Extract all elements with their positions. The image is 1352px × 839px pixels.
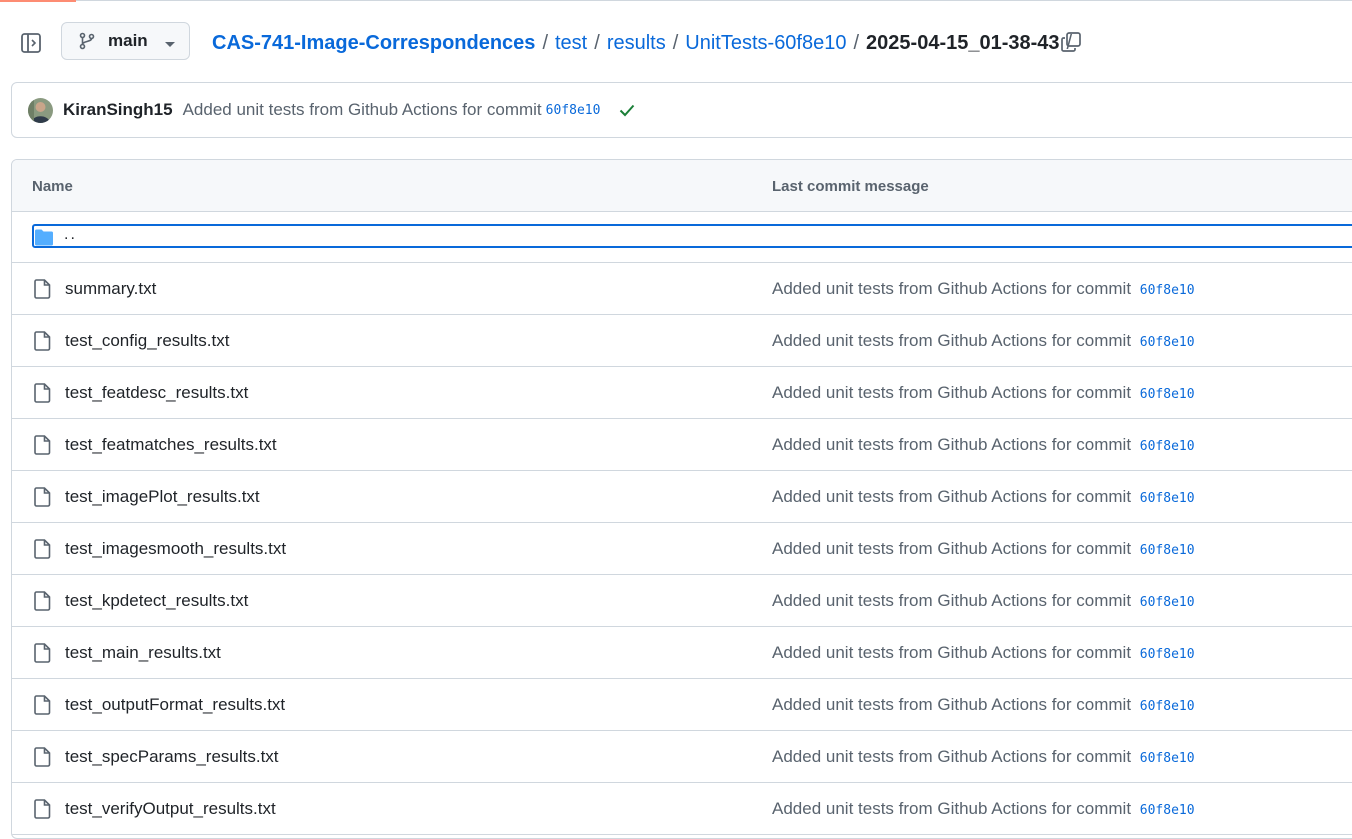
table-row[interactable]: test_specParams_results.txt Added unit te… <box>12 731 1352 783</box>
commit-message-text[interactable]: Added unit tests from Github Actions for… <box>772 695 1131 714</box>
file-name-link[interactable]: test_kpdetect_results.txt <box>65 591 248 611</box>
commit-sha-link[interactable]: 60f8e10 <box>1140 335 1195 350</box>
breadcrumb: CAS-741-Image-Correspondences / test / r… <box>212 30 1079 56</box>
commit-author-link[interactable]: KiranSingh15 <box>63 100 173 120</box>
file-name-link[interactable]: test_verifyOutput_results.txt <box>65 799 276 819</box>
commit-sha-link[interactable]: 60f8e10 <box>1140 543 1195 558</box>
branch-selector-button[interactable]: main <box>61 22 190 60</box>
file-name-link[interactable]: test_main_results.txt <box>65 643 221 663</box>
commit-message-text[interactable]: Added unit tests from Github Actions for… <box>772 799 1131 818</box>
file-name-link[interactable]: test_featdesc_results.txt <box>65 383 248 403</box>
commit-message[interactable]: Added unit tests from Github Actions for… <box>183 100 542 120</box>
file-icon <box>34 695 51 715</box>
file-commit-message[interactable]: Added unit tests from Github Actions for… <box>772 591 1195 611</box>
branch-label: main <box>108 31 148 50</box>
file-commit-message[interactable]: Added unit tests from Github Actions for… <box>772 643 1195 663</box>
file-icon <box>34 279 51 299</box>
file-icon <box>34 591 51 611</box>
breadcrumb-repo-link[interactable]: CAS-741-Image-Correspondences <box>212 32 535 55</box>
file-icon <box>34 747 51 767</box>
file-commit-message[interactable]: Added unit tests from Github Actions for… <box>772 435 1195 455</box>
file-commit-message[interactable]: Added unit tests from Github Actions for… <box>772 487 1195 507</box>
file-icon <box>34 383 51 403</box>
table-row[interactable]: summary.txt Added unit tests from Github … <box>12 263 1352 315</box>
table-row[interactable]: test_verifyOutput_results.txt Added unit … <box>12 783 1352 835</box>
commit-message-text[interactable]: Added unit tests from Github Actions for… <box>772 643 1131 662</box>
commit-message-text[interactable]: Added unit tests from Github Actions for… <box>772 331 1131 350</box>
file-commit-message[interactable]: Added unit tests from Github Actions for… <box>772 695 1195 715</box>
column-header-message: Last commit message <box>772 178 929 195</box>
avatar[interactable] <box>28 97 53 123</box>
table-row[interactable]: test_imagePlot_results.txt Added unit tes… <box>12 471 1352 523</box>
commit-message-text[interactable]: Added unit tests from Github Actions for… <box>772 747 1131 766</box>
table-row[interactable]: test_featmatches_results.txt Added unit t… <box>12 419 1352 471</box>
breadcrumb-separator: / <box>594 31 600 54</box>
commit-sha-link[interactable]: 60f8e10 <box>1140 387 1195 402</box>
file-commit-message[interactable]: Added unit tests from Github Actions for… <box>772 539 1195 559</box>
file-table: Name Last commit message .. summary.txt A… <box>11 159 1352 839</box>
file-name-link[interactable]: test_imagesmooth_results.txt <box>65 539 286 559</box>
parent-directory-link[interactable]: .. <box>64 226 77 244</box>
breadcrumb-unittests-link[interactable]: UnitTests-60f8e10 <box>685 32 846 55</box>
file-icon <box>34 539 51 559</box>
commit-message-text[interactable]: Added unit tests from Github Actions for… <box>772 279 1131 298</box>
file-icon <box>34 435 51 455</box>
check-icon[interactable] <box>618 101 636 119</box>
breadcrumb-separator: / <box>672 31 679 54</box>
file-name-link[interactable]: test_featmatches_results.txt <box>65 435 277 455</box>
folder-icon <box>34 229 54 246</box>
table-row[interactable]: test_featdesc_results.txt Added unit test… <box>12 367 1352 419</box>
commit-sha-link[interactable]: 60f8e10 <box>1140 647 1195 662</box>
commit-sha-link[interactable]: 60f8e10 <box>1140 699 1195 714</box>
file-icon <box>34 487 51 507</box>
file-icon <box>34 643 51 663</box>
file-commit-message[interactable]: Added unit tests from Github Actions for… <box>772 799 1195 819</box>
breadcrumb-separator: / <box>853 31 860 54</box>
commit-sha-link[interactable]: 60f8e10 <box>546 103 601 118</box>
copy-path-icon[interactable] <box>1060 31 1082 53</box>
table-header: Name Last commit message <box>12 160 1352 212</box>
breadcrumb-test-link[interactable]: test <box>555 32 587 55</box>
top-divider <box>76 0 1352 1</box>
git-branch-icon <box>78 32 96 50</box>
parent-directory-row[interactable]: .. <box>12 212 1352 263</box>
commit-sha-link[interactable]: 60f8e10 <box>1140 751 1195 766</box>
top-accent-bar <box>0 0 76 2</box>
file-commit-message[interactable]: Added unit tests from Github Actions for… <box>772 383 1195 403</box>
breadcrumb-current: 2025-04-15_01-38-43 <box>866 31 1060 54</box>
column-header-name: Name <box>32 178 73 195</box>
commit-sha-link[interactable]: 60f8e10 <box>1140 595 1195 610</box>
file-icon <box>34 799 51 819</box>
file-name-link[interactable]: test_outputFormat_results.txt <box>65 695 285 715</box>
file-name-link[interactable]: test_imagePlot_results.txt <box>65 487 260 507</box>
caret-down-icon <box>164 36 176 47</box>
commit-message-text[interactable]: Added unit tests from Github Actions for… <box>772 383 1131 402</box>
commit-sha-link[interactable]: 60f8e10 <box>1140 283 1195 298</box>
table-row[interactable]: test_config_results.txt Added unit tests … <box>12 315 1352 367</box>
commit-message-text[interactable]: Added unit tests from Github Actions for… <box>772 487 1131 506</box>
file-icon <box>34 331 51 351</box>
commit-message-text[interactable]: Added unit tests from Github Actions for… <box>772 591 1131 610</box>
table-row[interactable]: test_outputFormat_results.txt Added unit … <box>12 679 1352 731</box>
commit-sha-link[interactable]: 60f8e10 <box>1140 803 1195 818</box>
breadcrumb-results-link[interactable]: results <box>607 32 666 55</box>
file-commit-message[interactable]: Added unit tests from Github Actions for… <box>772 279 1195 299</box>
file-name-link[interactable]: test_config_results.txt <box>65 331 229 351</box>
file-rows: summary.txt Added unit tests from Github … <box>12 263 1352 835</box>
sidebar-toggle-icon[interactable] <box>20 32 42 54</box>
latest-commit-bar: KiranSingh15 Added unit tests from Githu… <box>11 82 1352 138</box>
commit-sha-link[interactable]: 60f8e10 <box>1140 491 1195 506</box>
table-row[interactable]: test_imagesmooth_results.txt Added unit t… <box>12 523 1352 575</box>
file-commit-message[interactable]: Added unit tests from Github Actions for… <box>772 331 1195 351</box>
file-name-link[interactable]: test_specParams_results.txt <box>65 747 279 767</box>
file-commit-message[interactable]: Added unit tests from Github Actions for… <box>772 747 1195 767</box>
commit-sha-link[interactable]: 60f8e10 <box>1140 439 1195 454</box>
breadcrumb-separator: / <box>542 31 548 54</box>
table-row[interactable]: test_main_results.txt Added unit tests fr… <box>12 627 1352 679</box>
file-name-link[interactable]: summary.txt <box>65 279 156 299</box>
table-row[interactable]: test_kpdetect_results.txt Added unit test… <box>12 575 1352 627</box>
commit-message-text[interactable]: Added unit tests from Github Actions for… <box>772 435 1131 454</box>
commit-message-text[interactable]: Added unit tests from Github Actions for… <box>772 539 1131 558</box>
focus-outline <box>32 224 1352 248</box>
